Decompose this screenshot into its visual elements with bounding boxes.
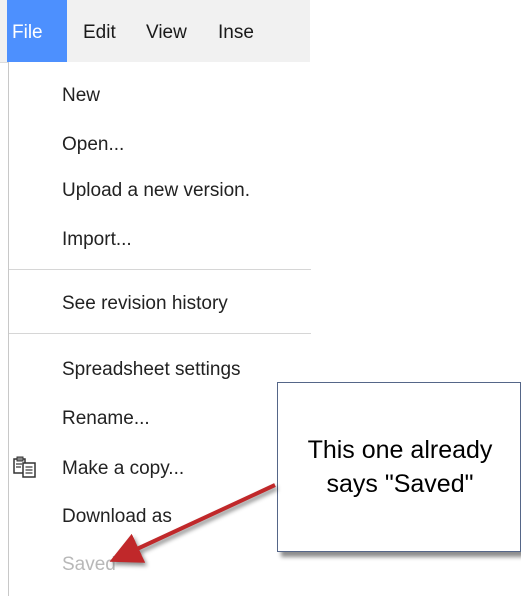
callout-arrow: [109, 483, 276, 563]
